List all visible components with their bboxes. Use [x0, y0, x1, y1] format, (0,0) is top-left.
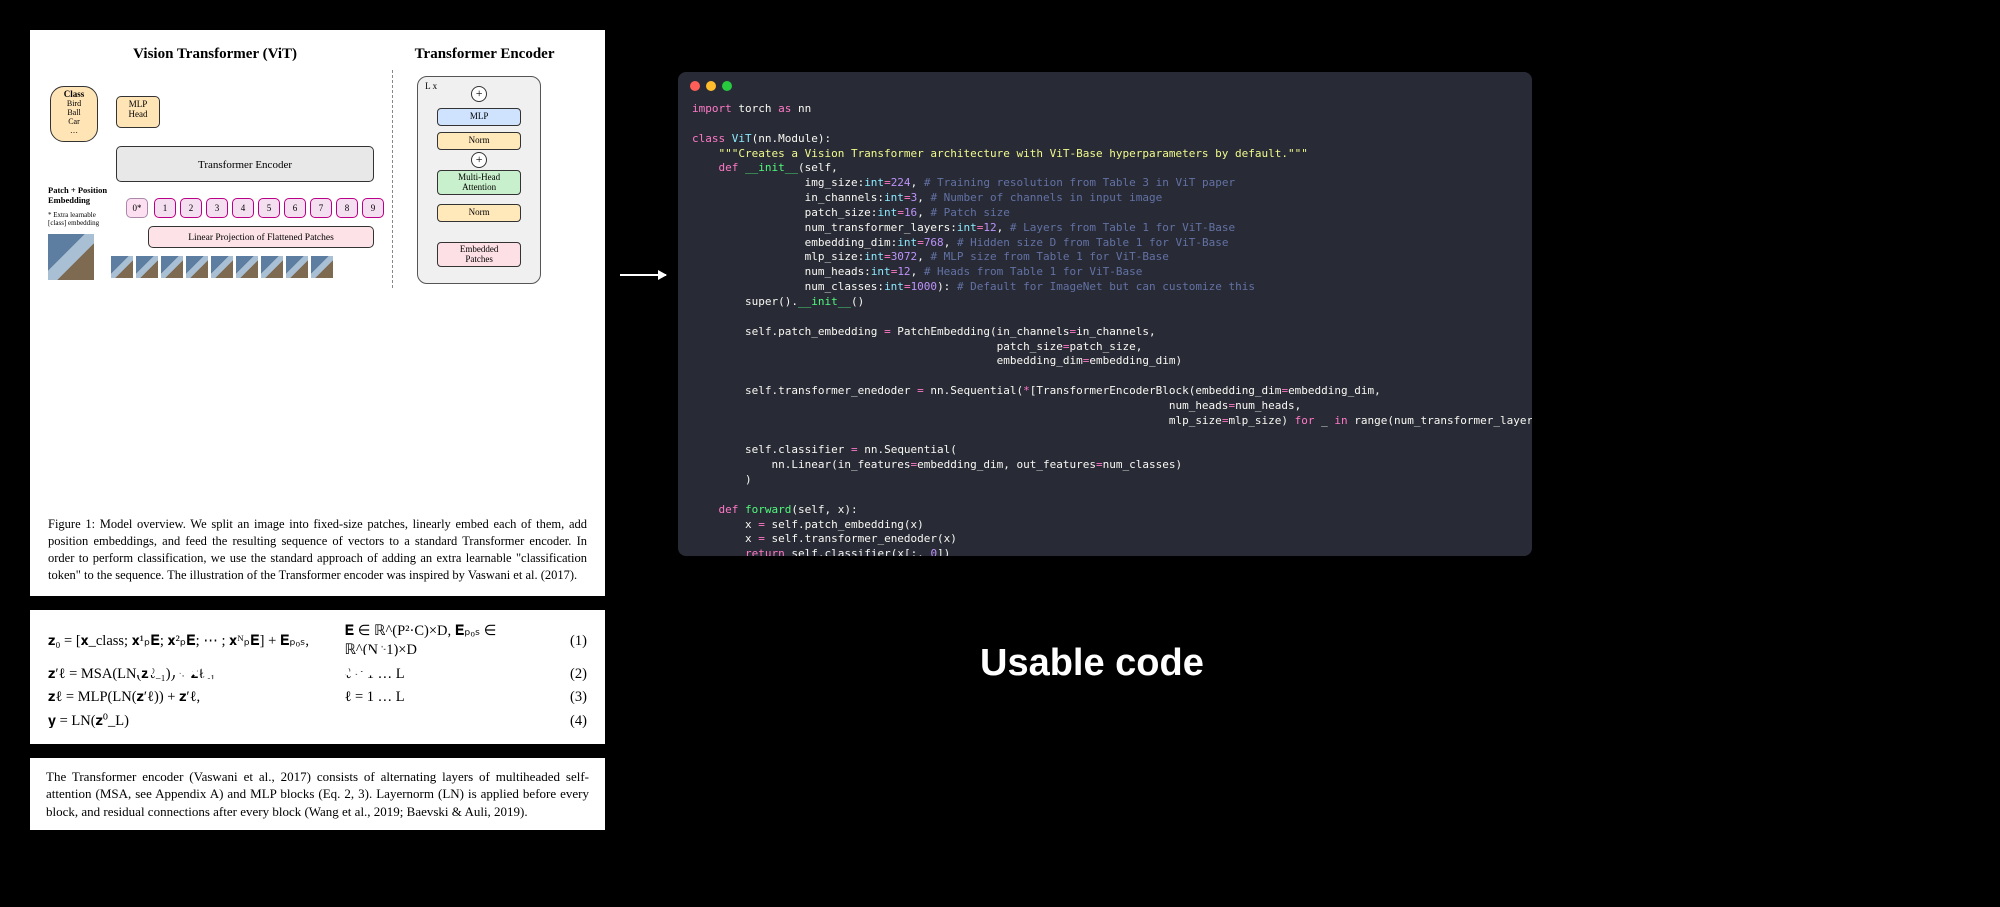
- attention-block: Multi-Head Attention: [437, 170, 521, 195]
- vit-diagram: ClassBird Ball Car … MLP Head Transforme…: [48, 70, 382, 288]
- encoder-diagram: L x + MLP Norm + Multi-Head Attention No…: [403, 70, 586, 288]
- patch-pos-label: Patch + Position Embedding: [48, 186, 120, 205]
- class-box: ClassBird Ball Car …: [50, 86, 98, 142]
- token-9: 9: [362, 198, 384, 218]
- mlp-head-box: MLP Head: [116, 96, 160, 128]
- transformer-encoder-box: Transformer Encoder: [116, 146, 374, 182]
- label-left: Images + math + text: [134, 642, 510, 685]
- token-4: 4: [232, 198, 254, 218]
- equation-4: 𝐲 = LN(𝐳⁰_L)(4): [48, 710, 587, 734]
- close-icon[interactable]: [690, 81, 700, 91]
- patch-2: [136, 256, 158, 278]
- patch-1: [111, 256, 133, 278]
- norm-block-1: Norm: [437, 132, 521, 149]
- window-controls: [678, 72, 1532, 100]
- divider: [392, 70, 393, 288]
- maximize-icon[interactable]: [722, 81, 732, 91]
- embedded-patches-block: Embedded Patches: [437, 242, 521, 267]
- lx-label: L x: [425, 80, 437, 92]
- extra-learnable-label: * Extra learnable [class] embedding: [48, 212, 120, 227]
- paper-panel: Vision Transformer (ViT) Transformer Enc…: [30, 30, 605, 844]
- token-1: 1: [154, 198, 176, 218]
- token-0: 0*: [126, 198, 148, 218]
- code-panel: import torch as nn class ViT(nn.Module):…: [678, 72, 1532, 556]
- patch-4: [186, 256, 208, 278]
- patch-7: [261, 256, 283, 278]
- figure-titles: Vision Transformer (ViT) Transformer Enc…: [48, 44, 587, 64]
- input-image: [48, 234, 94, 280]
- figure-caption: Figure 1: Model overview. We split an im…: [48, 516, 587, 584]
- token-7: 7: [310, 198, 332, 218]
- patch-5: [211, 256, 233, 278]
- patch-9: [311, 256, 333, 278]
- encoder-title: Transformer Encoder: [382, 44, 587, 64]
- mlp-block: MLP: [437, 108, 521, 125]
- token-5: 5: [258, 198, 280, 218]
- arrow-icon: [620, 274, 666, 276]
- label-right: Usable code: [980, 642, 1204, 685]
- linear-projection-box: Linear Projection of Flattened Patches: [148, 226, 374, 248]
- patch-8: [286, 256, 308, 278]
- patch-6: [236, 256, 258, 278]
- equation-3: 𝐳ℓ = MLP(LN(𝐳′ℓ)) + 𝐳′ℓ,ℓ = 1 … L(3): [48, 686, 587, 710]
- token-2: 2: [180, 198, 202, 218]
- patch-3: [161, 256, 183, 278]
- vit-title: Vision Transformer (ViT): [48, 44, 382, 64]
- token-row: 0* 1 2 3 4 5 6 7 8 9: [126, 198, 384, 218]
- patches-row: [48, 256, 333, 280]
- description-box: The Transformer encoder (Vaswani et al.,…: [30, 758, 605, 831]
- token-6: 6: [284, 198, 306, 218]
- figure-1: Vision Transformer (ViT) Transformer Enc…: [30, 30, 605, 596]
- norm-block-2: Norm: [437, 204, 521, 221]
- code-content: import torch as nn class ViT(nn.Module):…: [678, 100, 1532, 556]
- minimize-icon[interactable]: [706, 81, 716, 91]
- token-8: 8: [336, 198, 358, 218]
- token-3: 3: [206, 198, 228, 218]
